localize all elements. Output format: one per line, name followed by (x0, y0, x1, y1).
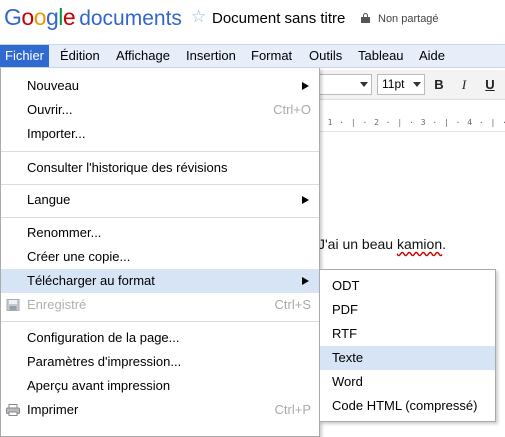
menu-edition[interactable]: Édition (55, 45, 105, 67)
chevron-down-icon (413, 82, 421, 87)
menu-insertion[interactable]: Insertion (181, 45, 241, 67)
save-icon (6, 299, 20, 311)
format-pdf[interactable]: PDF (320, 298, 495, 322)
ruler-scale: · 1 · | · 2 · | · 3 · | · 4 · | · 5 · | … (316, 118, 505, 127)
menu-item-imprimer[interactable]: Imprimer Ctrl+P (1, 398, 319, 422)
menu-separator (1, 184, 319, 185)
document-title[interactable]: Document sans titre (212, 10, 345, 27)
submenu-arrow-icon (302, 82, 309, 90)
format-html-compresse[interactable]: Code HTML (compressé) (320, 394, 495, 418)
italic-button[interactable]: I (455, 76, 473, 94)
menu-fichier[interactable]: Fichier (0, 45, 50, 67)
menu-item-ouvrir[interactable]: Ouvrir... Ctrl+O (1, 98, 319, 122)
menu-tableau[interactable]: Tableau (353, 45, 409, 67)
menu-bar: Fichier Édition Affichage Insertion Form… (0, 44, 505, 68)
menu-item-nouveau[interactable]: Nouveau (1, 74, 319, 98)
menu-item-apercu[interactable]: Aperçu avant impression (1, 374, 319, 398)
menu-item-configuration-page[interactable]: Configuration de la page... (1, 326, 319, 350)
menu-outils[interactable]: Outils (304, 45, 347, 67)
menu-item-importer[interactable]: Importer... (1, 122, 319, 146)
menu-aide[interactable]: Aide (414, 45, 450, 67)
format-word[interactable]: Word (320, 370, 495, 394)
app-header: Google documents ☆ Document sans titre No… (0, 0, 505, 40)
lock-icon (361, 13, 370, 23)
file-menu-dropdown: Nouveau Ouvrir... Ctrl+O Importer... Cons… (0, 68, 320, 437)
download-format-submenu: ODT PDF RTF Texte Word Code HTML (compre… (319, 269, 496, 422)
menu-item-telecharger[interactable]: Télécharger au format (1, 269, 319, 293)
menu-item-renommer[interactable]: Renommer... (1, 221, 319, 245)
bold-button[interactable]: B (430, 76, 448, 94)
star-icon[interactable]: ☆ (191, 7, 206, 27)
menu-item-creer-copie[interactable]: Créer une copie... (1, 245, 319, 269)
submenu-arrow-icon (302, 196, 309, 204)
google-docs-logo[interactable]: Google documents (4, 4, 182, 31)
menu-item-historique[interactable]: Consulter l'historique des révisions (1, 156, 319, 180)
format-texte[interactable]: Texte (320, 346, 495, 370)
menu-format[interactable]: Format (246, 45, 297, 67)
menu-separator (1, 151, 319, 152)
printer-icon (6, 404, 20, 416)
menu-item-langue[interactable]: Langue (1, 188, 319, 212)
submenu-arrow-icon (302, 277, 309, 285)
menu-separator (1, 217, 319, 218)
document-body-text[interactable]: J'ai un beau kamion. (318, 236, 446, 252)
menu-item-parametres-impression[interactable]: Paramètres d'impression... (1, 350, 319, 374)
menu-separator (1, 321, 319, 322)
format-rtf[interactable]: RTF (320, 322, 495, 346)
share-status[interactable]: Non partagé (378, 13, 439, 25)
misspelled-word[interactable]: kamion (397, 236, 442, 252)
underline-button[interactable]: U (481, 76, 499, 94)
menu-item-enregistre: Enregistré Ctrl+S (1, 293, 319, 317)
format-odt[interactable]: ODT (320, 274, 495, 298)
chevron-down-icon (360, 82, 368, 87)
font-size-dropdown[interactable]: 11pt (377, 74, 425, 95)
product-name: documents (79, 7, 182, 30)
menu-affichage[interactable]: Affichage (111, 45, 175, 67)
